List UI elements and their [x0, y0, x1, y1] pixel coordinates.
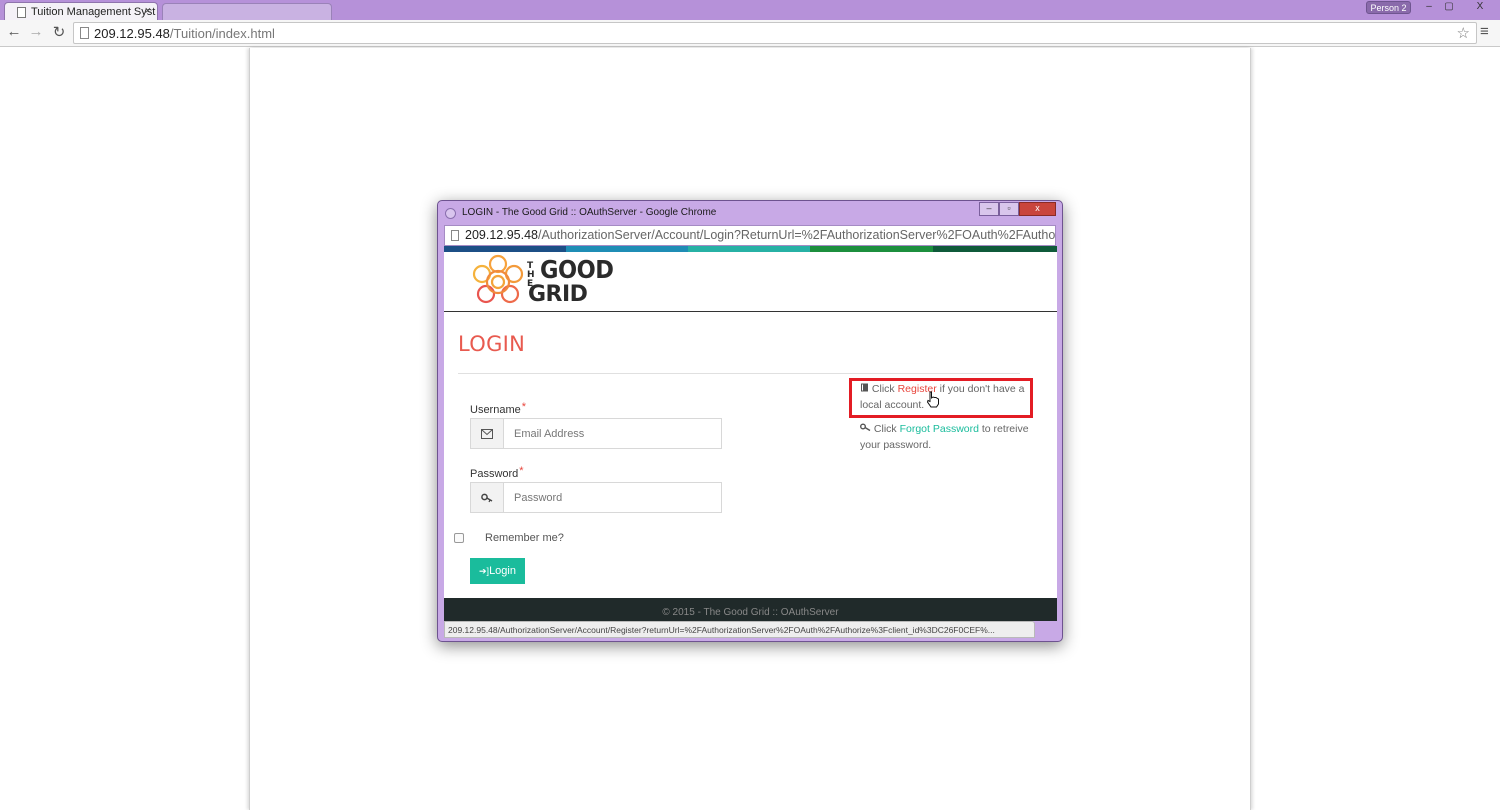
forgot-password-link[interactable]: Forgot Password	[900, 423, 979, 435]
page-icon	[451, 230, 459, 241]
remember-me-label[interactable]: Remember me?	[485, 532, 564, 544]
sign-in-icon: ➔]	[479, 566, 490, 576]
password-label: Password*	[470, 465, 524, 480]
username-label-text: Username	[470, 404, 521, 416]
password-label-text: Password	[470, 468, 519, 480]
login-button[interactable]: ➔]Login	[470, 558, 525, 584]
popup-close-icon[interactable]: x	[1019, 202, 1056, 216]
key-icon	[860, 423, 871, 432]
site-header: THE GOOD GRID	[444, 252, 1057, 312]
login-popup-window: LOGIN - The Good Grid :: OAuthServer - G…	[437, 200, 1063, 642]
maximize-icon[interactable]: ▢	[1440, 0, 1458, 14]
tab-background[interactable]	[162, 3, 332, 20]
register-highlight-box	[849, 378, 1033, 418]
password-input[interactable]	[505, 483, 721, 512]
profile-button[interactable]: Person 2	[1366, 1, 1411, 14]
popup-window-title: LOGIN - The Good Grid :: OAuthServer - G…	[462, 207, 717, 218]
menu-icon[interactable]: ≡	[1480, 23, 1489, 40]
bookmark-star-icon[interactable]: ☆	[1457, 24, 1470, 42]
popup-page: THE GOOD GRID LOGIN Username* Password*	[444, 246, 1057, 621]
forgot-prefix: Click	[873, 423, 900, 435]
popup-address-path: /AuthorizationServer/Account/Login?Retur…	[538, 228, 1056, 242]
logo-text-grid: GRID	[528, 282, 588, 307]
page-title: LOGIN	[458, 332, 526, 356]
login-button-label: Login	[489, 565, 516, 577]
password-field-group	[470, 482, 722, 513]
forward-icon[interactable]: →	[27, 23, 45, 40]
popup-address-host: 209.12.95.48	[465, 228, 538, 242]
divider	[458, 373, 1020, 374]
reload-icon[interactable]: ↻	[50, 23, 68, 41]
browser-toolbar: ← → ↻ 209.12.95.48/Tuition/index.html ☆ …	[0, 20, 1500, 47]
site-footer: © 2015 - The Good Grid :: OAuthServer	[444, 598, 1057, 621]
back-icon[interactable]: ←	[5, 23, 23, 40]
address-path: /Tuition/index.html	[169, 26, 275, 41]
minimize-icon[interactable]: –	[1420, 0, 1438, 14]
tab-close-icon[interactable]: ×	[145, 5, 151, 17]
forgot-password-info: Click Forgot Password to retreive your p…	[860, 421, 1030, 453]
page-icon	[17, 7, 26, 18]
tab-title: Tuition Management Syst	[31, 6, 156, 18]
username-field-group	[470, 418, 722, 449]
status-bar-url: 209.12.95.48/AuthorizationServer/Account…	[444, 621, 1035, 638]
tab-tuition-management[interactable]: Tuition Management Syst ×	[4, 2, 158, 20]
required-mark: *	[519, 465, 524, 477]
browser-titlebar: Tuition Management Syst × Person 2 – ▢ X	[0, 0, 1500, 20]
required-mark: *	[521, 401, 527, 413]
popup-minimize-icon[interactable]: –	[979, 202, 999, 216]
close-icon[interactable]: X	[1468, 0, 1492, 14]
page-icon	[80, 27, 89, 39]
logo-text-good: GOOD	[540, 255, 614, 284]
key-icon	[471, 483, 504, 512]
username-label: Username*	[470, 401, 527, 416]
address-host: 209.12.95.48	[94, 26, 170, 41]
envelope-icon	[471, 419, 504, 448]
chrome-icon	[445, 208, 456, 219]
address-bar[interactable]: 209.12.95.48/Tuition/index.html ☆	[73, 22, 1477, 44]
remember-me-checkbox[interactable]	[454, 533, 464, 543]
hand-cursor-icon	[926, 391, 940, 412]
popup-address-bar[interactable]: 209.12.95.48/AuthorizationServer/Account…	[444, 225, 1056, 246]
popup-maximize-icon[interactable]: ▫	[999, 202, 1019, 216]
username-input[interactable]	[505, 419, 721, 448]
good-grid-logo-icon	[472, 254, 524, 304]
